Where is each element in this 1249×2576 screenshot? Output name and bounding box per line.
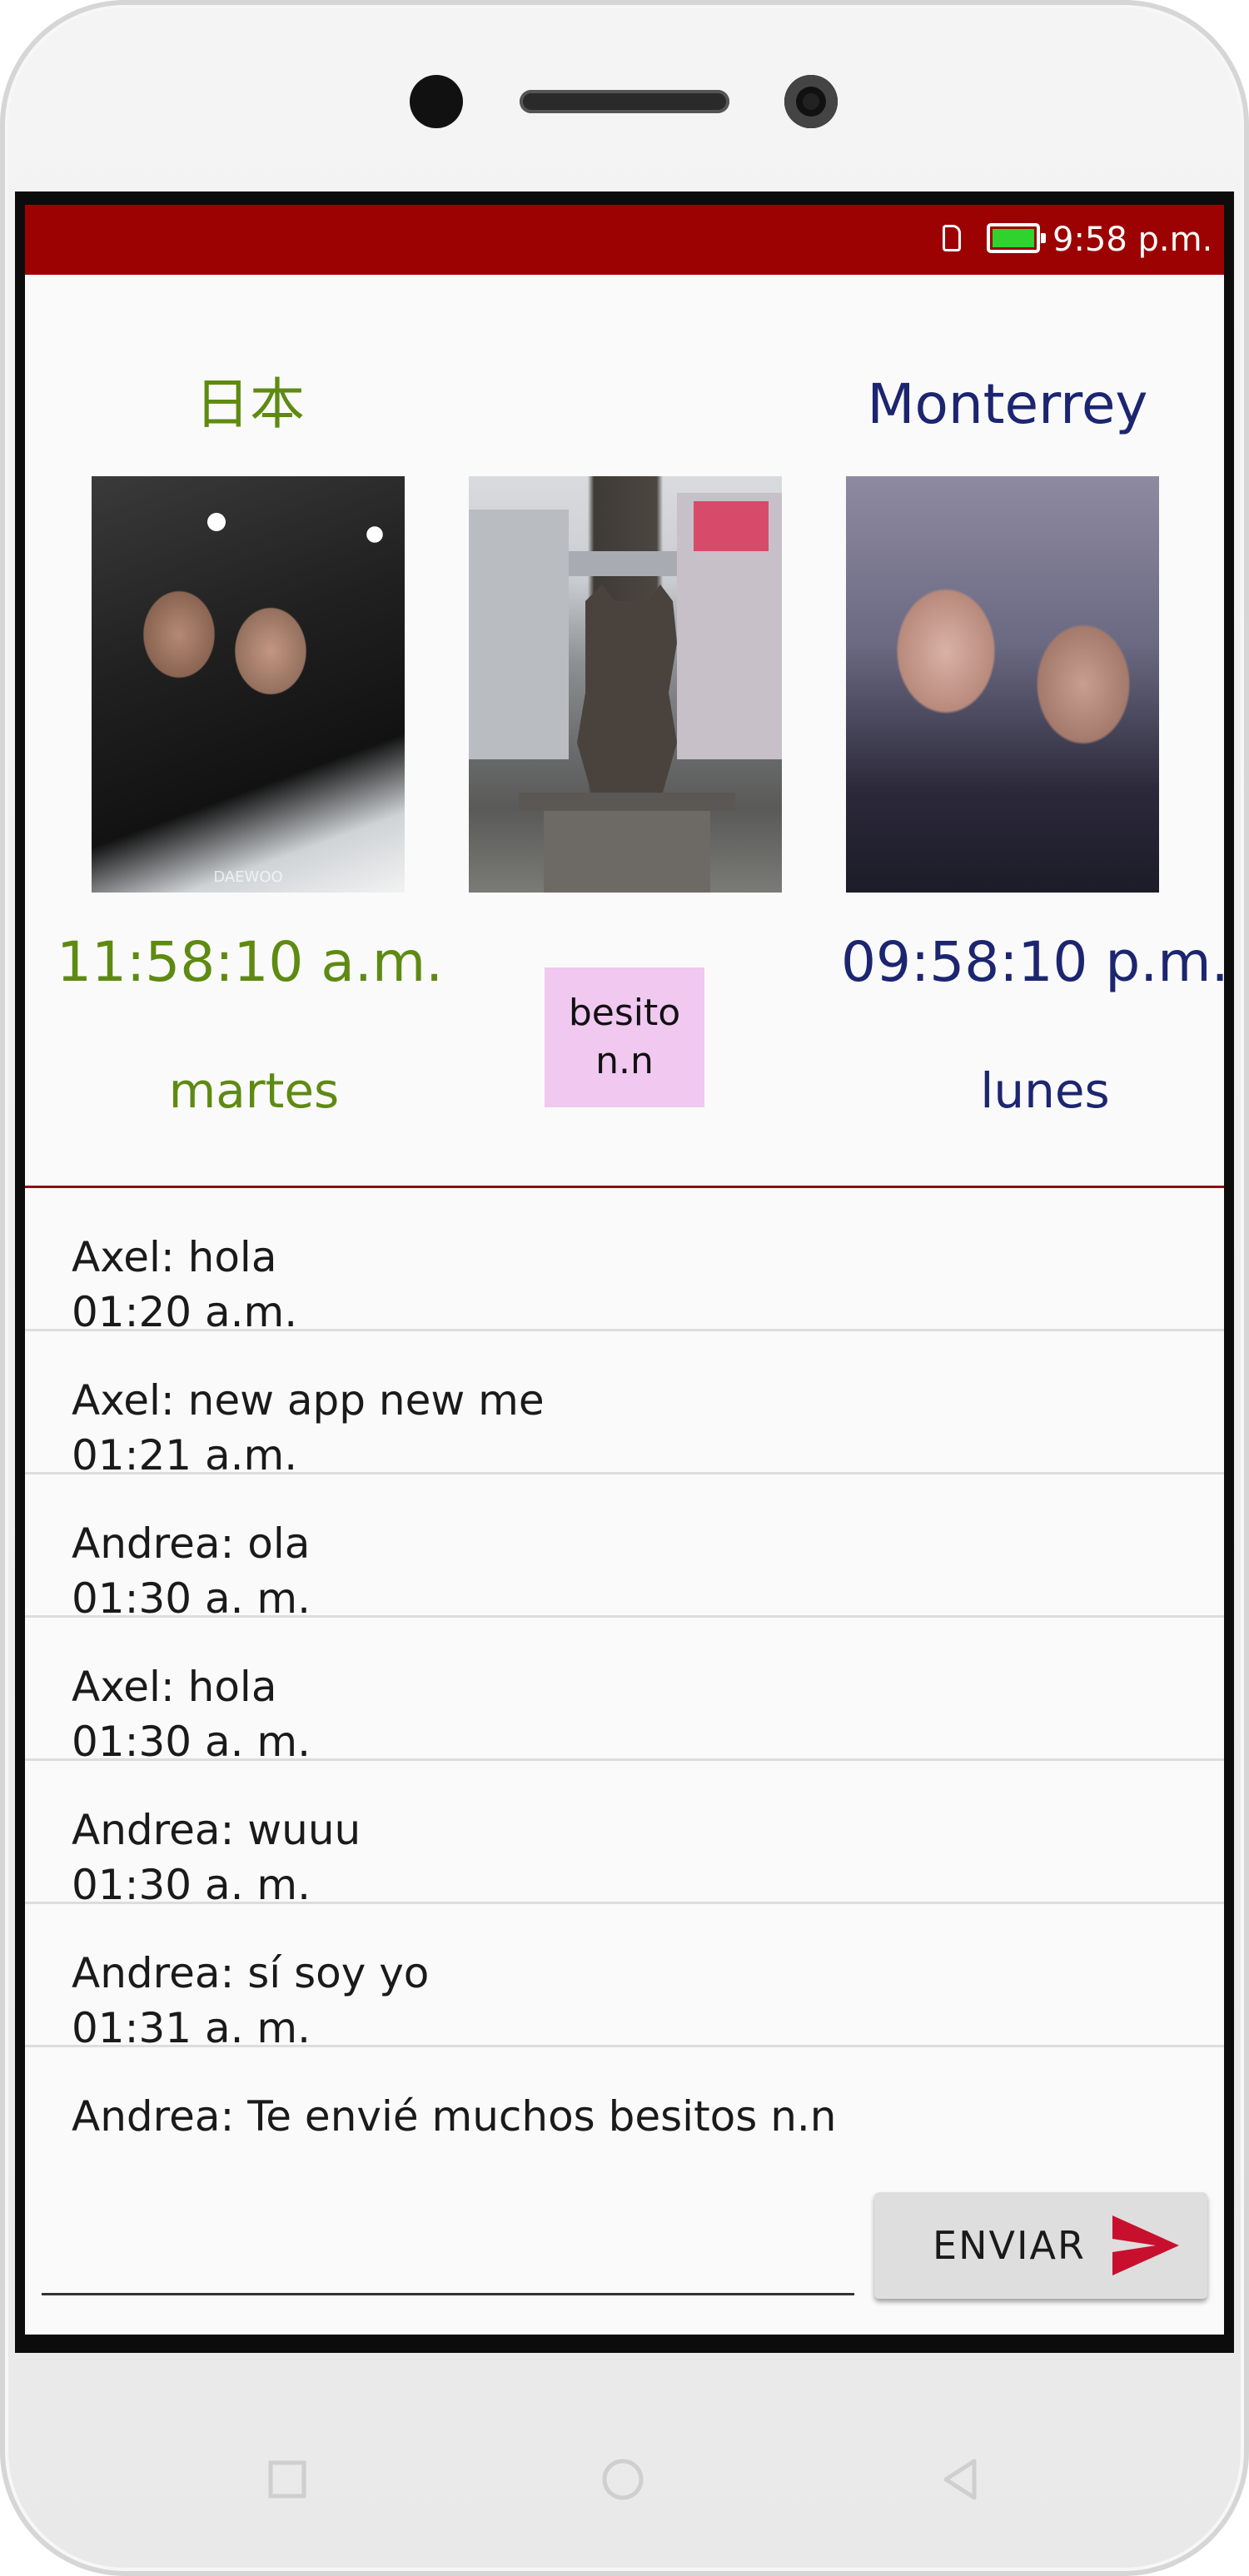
message-text: Andrea: ola: [72, 1519, 311, 1568]
right-weekday: lunes: [980, 1062, 1110, 1119]
home-icon[interactable]: [598, 2454, 648, 2504]
photo-selfie-right: [846, 476, 1159, 893]
status-time: 9:58 p.m.: [1052, 221, 1213, 259]
kiss-button-line1: besito: [568, 992, 681, 1034]
message-item: Andrea: Te envié muchos besitos n.n: [25, 2047, 1224, 2171]
back-icon[interactable]: [934, 2454, 984, 2504]
left-clock-time: 11:58:10 a.m.: [57, 930, 444, 994]
message-input[interactable]: [42, 2211, 854, 2295]
photo-label: DAEWOO: [213, 868, 283, 886]
message-item: Axel: hola 01:30 a. m.: [25, 1618, 1224, 1766]
battery-icon: [987, 223, 1046, 253]
send-button[interactable]: ENVIAR: [874, 2192, 1207, 2299]
kiss-button-line2: n.n: [595, 1040, 654, 1082]
message-item: Axel: new app new me 01:21 a.m.: [25, 1331, 1224, 1479]
status-bar: 9:58 p.m.: [25, 205, 1224, 275]
left-place-name: 日本: [195, 372, 305, 436]
navigation-bar: [0, 2353, 1249, 2576]
right-clock-time: 09:58:10 p.m.: [841, 930, 1224, 994]
recent-apps-icon[interactable]: [262, 2454, 312, 2504]
message-item: Andrea: wuuu 01:30 a. m.: [25, 1761, 1224, 1909]
sim-card-icon: [943, 225, 961, 251]
statue-shape: [469, 493, 782, 893]
front-camera-icon: [410, 75, 463, 128]
right-place-name: Monterrey: [867, 372, 1148, 436]
message-text: Axel: new app new me: [72, 1376, 545, 1425]
message-item: Andrea: sí soy yo 01:31 a. m.: [25, 1904, 1224, 2052]
app-screen: 9:58 p.m. 日本 Monterrey DAEWOO 11:58:10 a…: [25, 205, 1224, 2335]
photo-selfie-left: DAEWOO: [92, 476, 405, 893]
proximity-sensor-icon: [784, 75, 838, 128]
earpiece-speaker: [520, 90, 729, 113]
phone-frame: 9:58 p.m. 日本 Monterrey DAEWOO 11:58:10 a…: [0, 0, 1249, 2576]
message-text: Andrea: Te envié muchos besitos n.n: [72, 2092, 837, 2141]
send-kiss-button[interactable]: besito n.n: [545, 967, 704, 1107]
photo-hachiko-statue: [469, 476, 782, 893]
message-text: Axel: hola: [72, 1233, 277, 1281]
message-list[interactable]: Axel: hola 01:20 a.m. Axel: new app new …: [25, 1188, 1224, 2171]
message-text: Andrea: sí soy yo: [72, 1949, 430, 1997]
send-button-label: ENVIAR: [933, 2223, 1086, 2268]
send-arrow-icon: [1112, 2215, 1179, 2275]
message-text: Axel: hola: [72, 1663, 277, 1711]
left-weekday: martes: [168, 1062, 340, 1119]
message-item: Andrea: ola 01:30 a. m.: [25, 1474, 1224, 1623]
message-text: Andrea: wuuu: [72, 1806, 361, 1854]
message-item: Axel: hola 01:20 a.m.: [25, 1188, 1224, 1336]
